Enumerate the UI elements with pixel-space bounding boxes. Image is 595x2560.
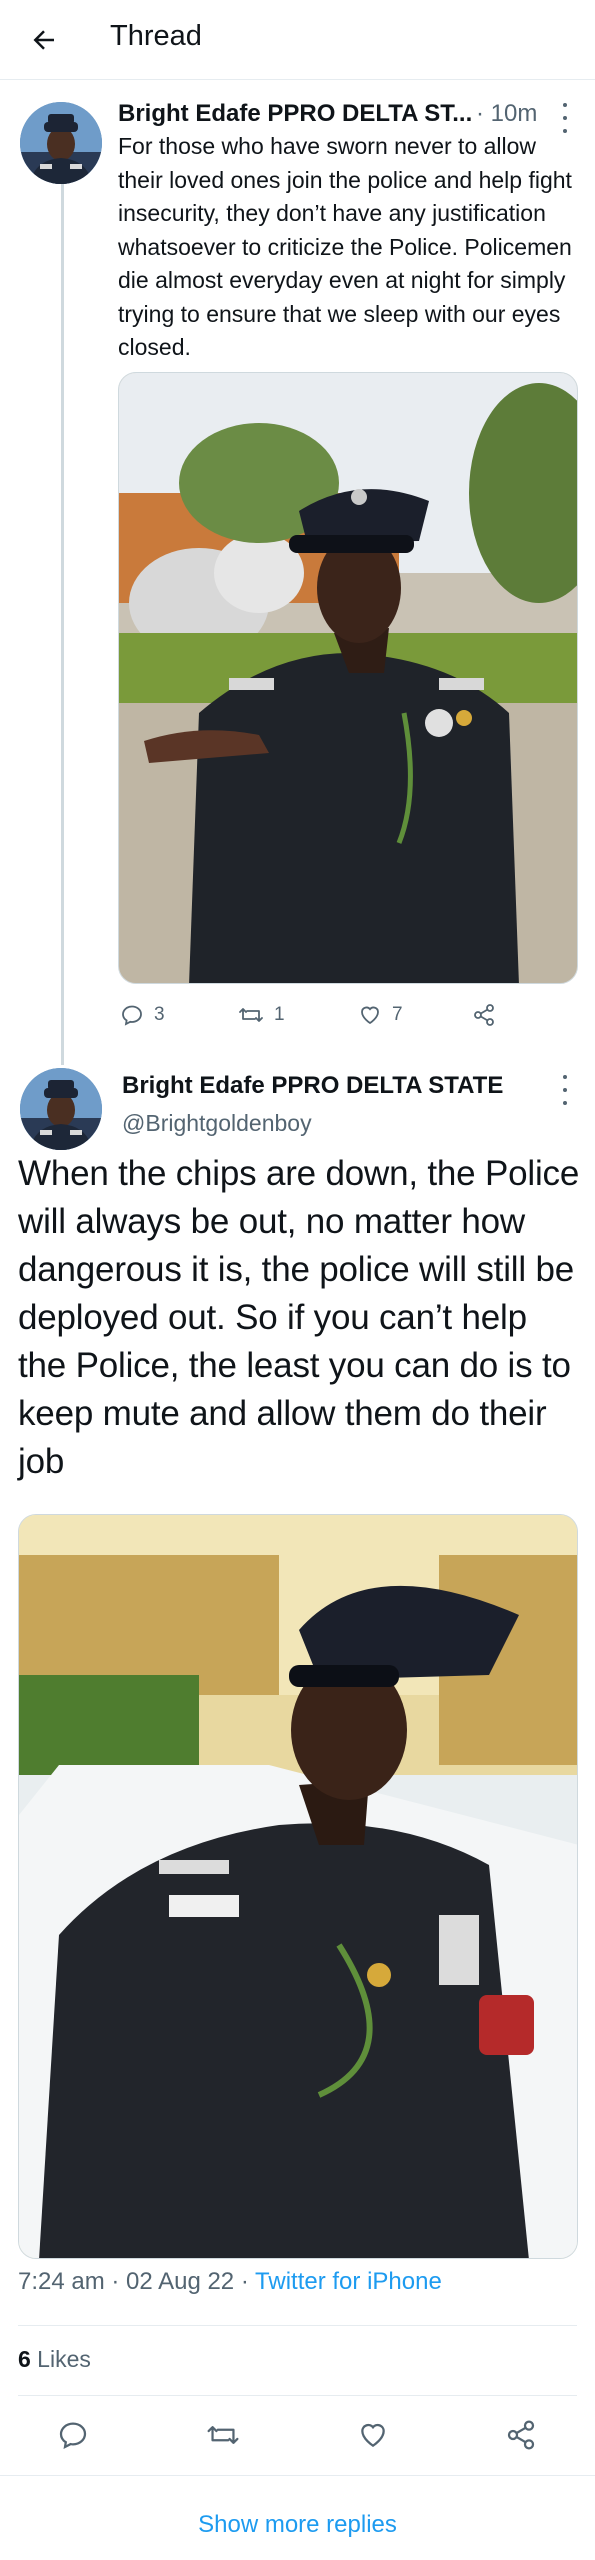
like-count: 7 — [392, 1004, 403, 1025]
likes-count: 6 — [18, 2346, 31, 2372]
retweet-count: 1 — [274, 1004, 285, 1025]
share-button[interactable] — [472, 995, 496, 1035]
reply-button[interactable] — [48, 2410, 98, 2460]
more-icon[interactable] — [555, 103, 575, 133]
reply-count: 3 — [154, 1004, 165, 1025]
tweet-source[interactable]: Twitter for iPhone — [255, 2268, 442, 2295]
likes-summary[interactable]: 6 Likes — [18, 2346, 91, 2373]
like-icon — [361, 1006, 379, 1025]
avatar[interactable] — [20, 102, 102, 184]
tweet-actions — [18, 2410, 577, 2460]
tweet-text: For those who have sworn never to allow … — [118, 133, 572, 360]
share-icon — [507, 2420, 535, 2450]
like-button[interactable]: 7 — [358, 995, 403, 1035]
divider — [18, 2395, 577, 2396]
author-name[interactable]: Bright Edafe PPRO DELTA ST... — [118, 100, 472, 128]
tweet-photo[interactable] — [118, 372, 578, 984]
avatar[interactable] — [20, 1068, 102, 1150]
likes-label: Likes — [30, 2346, 91, 2372]
more-icon[interactable] — [555, 1075, 575, 1105]
reply-icon — [122, 1005, 142, 1026]
top-bar: Thread — [0, 0, 595, 80]
show-more-replies-link[interactable]: Show more replies — [0, 2500, 595, 2550]
reply-icon — [59, 2422, 87, 2450]
retweet-icon — [207, 2426, 239, 2444]
author-handle[interactable]: @Brightgoldenboy — [122, 1110, 312, 1137]
tweet-time[interactable]: · 10m — [476, 100, 537, 128]
divider — [0, 2475, 595, 2476]
like-button[interactable] — [348, 2410, 398, 2460]
tweet-photo[interactable] — [18, 1514, 578, 2259]
page-title: Thread — [110, 20, 202, 52]
tweet-text: When the chips are down, the Police will… — [18, 1154, 580, 1481]
tweet-actions: 3 1 7 — [118, 995, 518, 1035]
back-button[interactable] — [22, 18, 66, 62]
reply-button[interactable]: 3 — [120, 995, 165, 1035]
retweet-button[interactable] — [198, 2410, 248, 2460]
divider — [18, 2325, 577, 2326]
tweet-timestamp[interactable]: 7:24 am · 02 Aug 22 · — [18, 2268, 255, 2295]
back-arrow-icon — [33, 30, 54, 50]
retweet-icon — [239, 1008, 263, 1022]
share-icon — [474, 1004, 494, 1026]
author-name[interactable]: Bright Edafe PPRO DELTA STATE — [122, 1072, 503, 1100]
retweet-button[interactable]: 1 — [238, 995, 285, 1035]
thread-connector — [61, 155, 64, 1065]
like-icon — [361, 2423, 385, 2448]
tweet-meta: 7:24 am · 02 Aug 22 · Twitter for iPhone — [18, 2268, 442, 2296]
share-button[interactable] — [496, 2410, 546, 2460]
